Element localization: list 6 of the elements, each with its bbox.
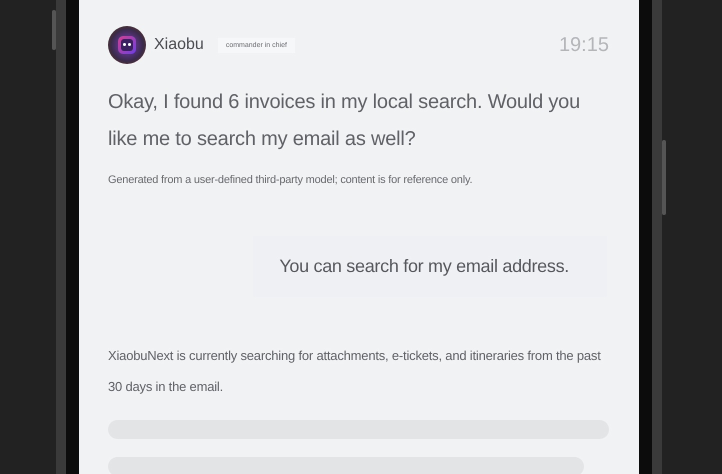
robot-avatar-icon xyxy=(108,26,146,64)
assistant-name: Xiaobu xyxy=(154,36,204,54)
assistant-message: Okay, I found 6 invoices in my local search. Would you like me to search my email as well? xyxy=(108,90,582,152)
status-message: XiaobuNext is currently searching for attachments, e-tickets, and itineraries from the past 30 days in the email. xyxy=(108,347,602,396)
message-time: 19:15 xyxy=(558,34,609,56)
disclaimer-text: Generated from a user-defined third-party model; content is for reference only. xyxy=(108,174,474,186)
